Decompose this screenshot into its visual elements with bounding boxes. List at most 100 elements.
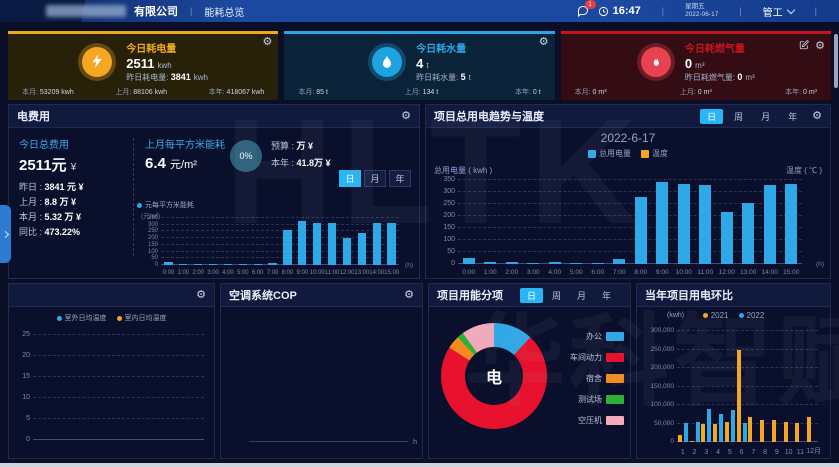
- legend-marker: [739, 313, 744, 318]
- tab-day[interactable]: 日: [339, 170, 361, 187]
- gear-icon[interactable]: ⚙: [262, 37, 272, 48]
- gear-icon[interactable]: ⚙: [539, 37, 549, 48]
- gear-icon[interactable]: ⚙: [812, 111, 822, 122]
- energy-card: ⚙今日耗燃气量0m³昨日耗燃气量: 0m³本月: 0 m³上月: 0 m³本年:…: [561, 31, 831, 100]
- panel-header: 当年项目用电环比: [637, 284, 830, 307]
- current-time: 16:47: [613, 5, 641, 17]
- grid-line: [677, 367, 818, 368]
- company-name: 有限公司: [134, 3, 178, 19]
- bar: [463, 258, 475, 264]
- legend-label: 2021: [711, 311, 729, 320]
- card-main: 今日耗水量4t昨日耗水量: 5t: [284, 34, 554, 83]
- tab-month[interactable]: 月: [364, 170, 386, 187]
- card-yesterday: 昨日耗电量: 3841kwh: [126, 72, 208, 83]
- user-menu[interactable]: 管工: [763, 4, 794, 19]
- tab-day[interactable]: 日: [700, 109, 723, 124]
- tab-week[interactable]: 周: [727, 109, 750, 124]
- tab-week[interactable]: 周: [545, 288, 568, 303]
- tab-day[interactable]: 日: [520, 288, 543, 303]
- legend-item[interactable]: 2022: [739, 311, 765, 320]
- bar: [772, 420, 776, 442]
- nav-energy-overview[interactable]: 能耗总览: [204, 4, 244, 19]
- legend-item[interactable]: 测试场: [570, 394, 624, 405]
- card-title: 今日耗燃气量: [685, 40, 755, 55]
- lightning-icon: [82, 47, 112, 77]
- legend-item[interactable]: 办公: [570, 331, 624, 342]
- x-axis-label: 4:00: [221, 270, 236, 276]
- tab-year[interactable]: 年: [389, 170, 411, 187]
- axis-tick: 150: [139, 242, 158, 248]
- card-yesterday: 昨日耗燃气量: 0m³: [685, 72, 755, 83]
- x-axis-label: 3: [701, 449, 713, 456]
- budget-gauge: 0%: [230, 140, 262, 172]
- bar: [707, 409, 711, 442]
- vertical-divider: [133, 138, 134, 256]
- energy-donut-chart: 电: [441, 323, 547, 429]
- gear-icon[interactable]: ⚙: [401, 111, 411, 122]
- budget-info: 预算 : 万 ¥ 本年 : 41.8万 ¥: [271, 138, 331, 172]
- x-axis-label: 14:00: [369, 270, 384, 276]
- legend-item[interactable]: 总用电量: [588, 148, 631, 159]
- clock-icon: [598, 6, 609, 17]
- axis-tick: 150,000: [639, 383, 674, 390]
- legend-item[interactable]: 室外日均温度: [57, 313, 107, 323]
- bar: [239, 264, 247, 265]
- legend-item[interactable]: 室内日均温度: [117, 313, 167, 323]
- axis-tick: 0: [13, 436, 30, 443]
- legend-item[interactable]: 元每平方米能耗: [137, 200, 194, 210]
- cost-period-tabs: 日月年: [339, 170, 411, 187]
- summary-cards: ⚙今日耗电量2511kwh昨日耗电量: 3841kwh本月: 53209 kwh…: [0, 22, 839, 100]
- edit-icon[interactable]: [799, 37, 809, 55]
- legend-item[interactable]: 2021: [703, 311, 729, 320]
- axis-tick: 300,000: [639, 327, 674, 334]
- card-stat: 本年: 418067 kwh: [209, 87, 265, 97]
- gear-icon[interactable]: ⚙: [404, 290, 414, 301]
- sidebar-expand-handle[interactable]: [0, 205, 11, 263]
- gear-icon[interactable]: ⚙: [196, 290, 206, 301]
- x-axis-label: 15:00: [384, 270, 399, 276]
- vertical-scrollbar[interactable]: [834, 34, 838, 88]
- x-axis-label: 11:00: [695, 269, 717, 276]
- bar: [764, 185, 776, 264]
- tab-year[interactable]: 年: [595, 288, 618, 303]
- legend-item[interactable]: 温度: [641, 148, 668, 159]
- x-axis-label: 3:00: [206, 270, 221, 276]
- today-cost-label: 今日总费用: [19, 136, 129, 151]
- axis-tick: 200,000: [639, 364, 674, 371]
- bottom-strip: [0, 463, 839, 467]
- bar: [719, 414, 723, 442]
- messages-button[interactable]: 1: [577, 5, 589, 17]
- tab-year[interactable]: 年: [781, 109, 804, 124]
- legend-item[interactable]: 车间动力: [570, 352, 624, 363]
- cost-stat-value: 473.22%: [45, 227, 81, 237]
- bar: [795, 423, 799, 442]
- x-axis-label: 8: [759, 449, 771, 456]
- x-axis-label: 0:00: [458, 269, 480, 276]
- card-stat: 上月: 0 m³: [680, 87, 712, 97]
- x-axis-label: 2:00: [191, 270, 206, 276]
- bar: [194, 264, 202, 265]
- axis-tick: 25: [13, 331, 30, 338]
- grid-line: [677, 404, 818, 405]
- bar: [373, 223, 381, 265]
- x-axis-label: 2:00: [501, 269, 523, 276]
- x-axis-label: 12:00: [716, 269, 738, 276]
- x-axis-label: 11: [795, 449, 807, 456]
- card-stat: 本月: 0 m³: [575, 87, 607, 97]
- gear-icon[interactable]: ⚙: [815, 41, 825, 52]
- x-axis-label: 3:00: [523, 269, 545, 276]
- bar: [613, 259, 625, 264]
- cost-chart-legend: 元每平方米能耗: [137, 200, 194, 210]
- tab-month[interactable]: 月: [570, 288, 593, 303]
- panel-header: 项目总用电趋势与温度 日周月年 ⚙: [426, 105, 830, 128]
- panel-body: 电 办公车间动力宿舍测试场空压机: [429, 307, 630, 458]
- legend-label: 室外日均温度: [65, 313, 107, 323]
- legend-item[interactable]: 空压机: [570, 415, 624, 426]
- bar: [748, 417, 752, 442]
- tab-month[interactable]: 月: [754, 109, 777, 124]
- electricity-cost-panel: 电费用 ⚙ 今日总费用 2511元 ¥ 昨日 : 3841 元 ¥上月 : 8.…: [8, 104, 420, 279]
- temperature-chart: 0510152025: [13, 329, 208, 454]
- legend-item[interactable]: 宿舍: [570, 373, 624, 384]
- x-axis-label: 9: [771, 449, 783, 456]
- sqm-value: 6.4 元/m²: [145, 155, 225, 172]
